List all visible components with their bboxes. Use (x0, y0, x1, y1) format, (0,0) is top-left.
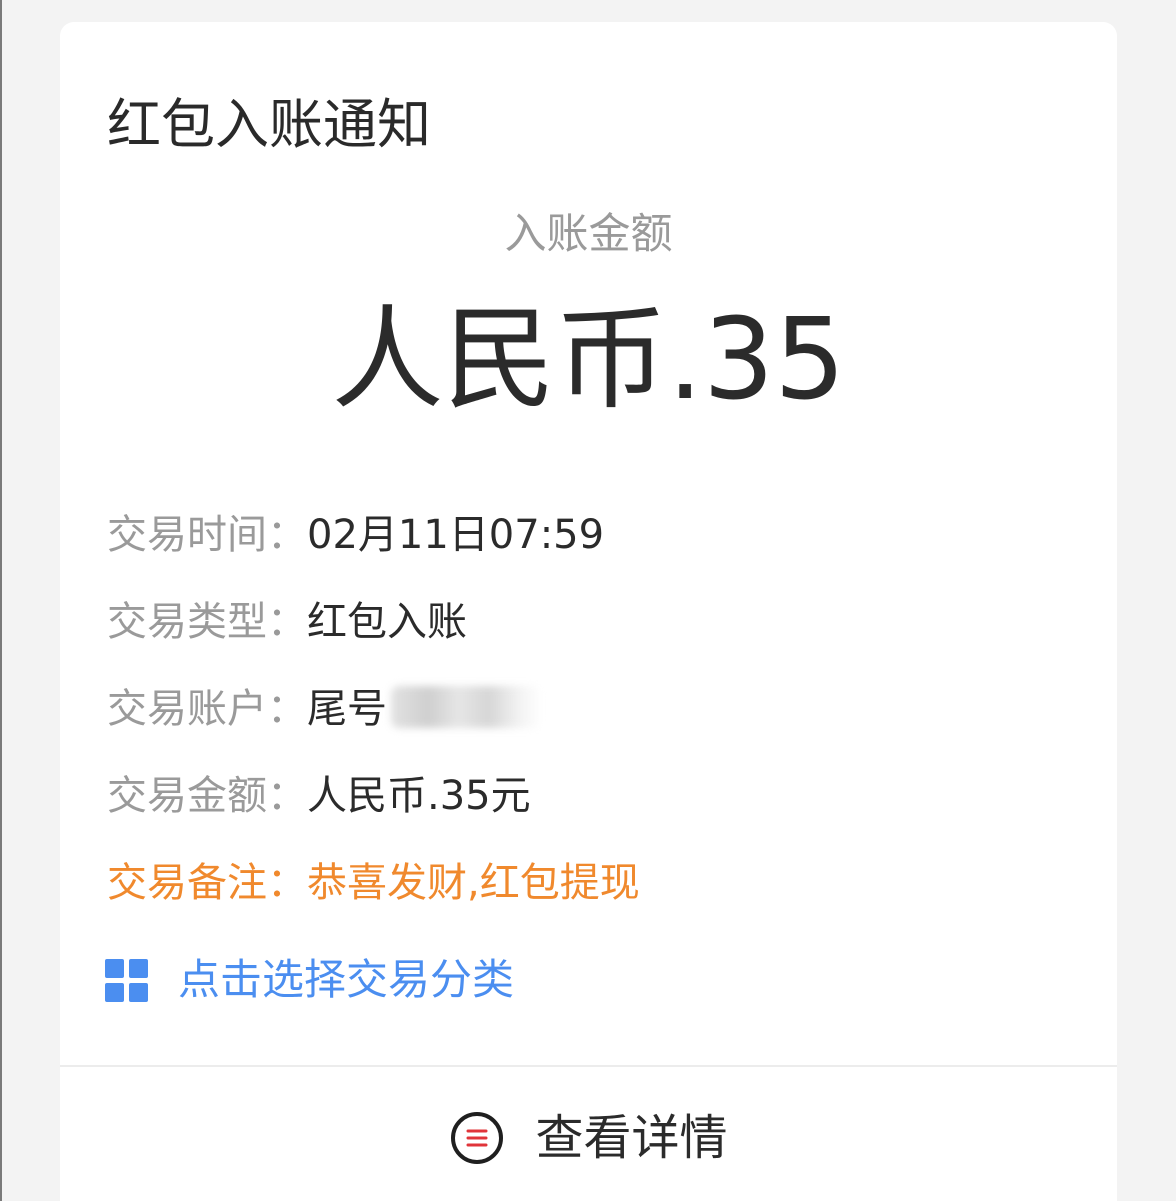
field-transaction-amount: 交易金额：人民币.35元 (107, 771, 531, 821)
field-value: 人民币.35元 (307, 773, 531, 819)
field-transaction-account: 交易账户：尾号 (107, 684, 541, 734)
card-title: 红包入账通知 (107, 93, 431, 156)
field-label: 交易类型： (107, 599, 307, 645)
field-label: 交易账户： (107, 686, 307, 732)
select-category-label: 点击选择交易分类 (178, 955, 515, 1004)
select-category-link[interactable]: 点击选择交易分类 (105, 952, 514, 1008)
field-label: 交易备注： (107, 860, 307, 906)
field-value: 恭喜发财,红包提现 (307, 860, 640, 906)
amount-value: 人民币.35 (331, 295, 846, 425)
field-value: 尾号 (307, 686, 387, 732)
divider (60, 1065, 1117, 1067)
list-circle-icon (451, 1112, 504, 1164)
view-details-button[interactable]: 查看详情 (60, 1102, 1117, 1174)
view-details-label: 查看详情 (535, 1110, 728, 1166)
field-value: 红包入账 (307, 599, 467, 645)
notification-card: 红包入账通知 入账金额 人民币.35 交易时间：02月11日07:59 交易类型… (60, 22, 1117, 1201)
field-value: 02月11日07:59 (307, 512, 605, 558)
window-edge (0, 0, 2, 1201)
amount-label: 入账金额 (504, 209, 673, 258)
field-transaction-remark: 交易备注：恭喜发财,红包提现 (107, 858, 640, 908)
grid-icon (105, 958, 148, 1002)
field-transaction-time: 交易时间：02月11日07:59 (107, 510, 604, 560)
redacted-account-number (391, 686, 541, 728)
field-transaction-type: 交易类型：红包入账 (107, 597, 467, 647)
field-label: 交易时间： (107, 512, 307, 558)
field-label: 交易金额： (107, 773, 307, 819)
